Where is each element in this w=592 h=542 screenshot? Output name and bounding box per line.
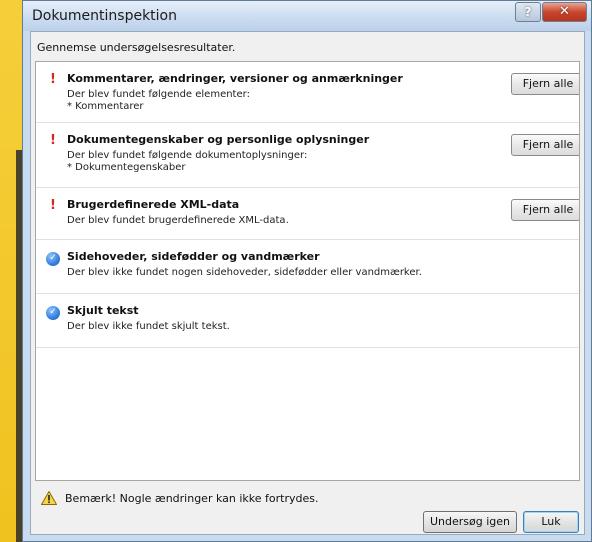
description-line: Der blev fundet følgende elementer:	[67, 89, 250, 100]
exclamation-icon: !	[50, 133, 56, 148]
description-line: * Dokumentegenskaber	[67, 162, 186, 173]
section-description: Der blev fundet brugerdefinerede XML-dat…	[67, 215, 289, 227]
section-description: Der blev ikke fundet nogen sidehoveder, …	[67, 267, 422, 279]
document-inspector-dialog: Dokumentinspektion ? ✕ Gennemse undersøg…	[22, 0, 592, 542]
remove-all-button[interactable]: Fjern alle	[511, 73, 579, 95]
description-line: Der blev fundet følgende dokumentoplysni…	[67, 150, 308, 161]
section-heading: Dokumentegenskaber og personlige oplysni…	[67, 133, 370, 146]
description-line: Der blev ikke fundet skjult tekst.	[67, 321, 230, 332]
result-section-headers-footers: ✓ Sidehoveder, sidefødder og vandmærker …	[36, 240, 579, 294]
remove-all-button[interactable]: Fjern alle	[511, 199, 579, 221]
check-icon: ✓	[46, 306, 60, 320]
result-section-custom-xml: ! Brugerdefinerede XML-data Der blev fun…	[36, 188, 579, 240]
section-heading: Kommentarer, ændringer, versioner og anm…	[67, 72, 403, 85]
result-section-comments: ! Kommentarer, ændringer, versioner og a…	[36, 62, 579, 123]
dialog-client-area: Gennemse undersøgelsesresultater. ! Komm…	[30, 31, 585, 535]
check-icon: ✓	[46, 252, 60, 266]
result-section-hidden-text: ✓ Skjult tekst Der blev ikke fundet skju…	[36, 294, 579, 348]
section-heading: Brugerdefinerede XML-data	[67, 198, 240, 211]
section-heading: Sidehoveder, sidefødder og vandmærker	[67, 250, 320, 263]
description-line: Der blev fundet brugerdefinerede XML-dat…	[67, 215, 289, 226]
section-description: Der blev fundet følgende dokumentoplysni…	[67, 150, 307, 174]
footer-note-text: Bemærk! Nogle ændringer kan ikke fortryd…	[65, 492, 319, 505]
result-section-document-properties: ! Dokumentegenskaber og personlige oplys…	[36, 123, 579, 188]
results-panel: ! Kommentarer, ændringer, versioner og a…	[35, 61, 580, 481]
desktop-background	[0, 0, 22, 542]
exclamation-icon: !	[50, 72, 56, 87]
description-line: Der blev ikke fundet nogen sidehoveder, …	[67, 267, 422, 278]
remove-all-button[interactable]: Fjern alle	[511, 134, 579, 156]
section-heading: Skjult tekst	[67, 304, 139, 317]
exclamation-icon: !	[50, 198, 56, 213]
warning-triangle-icon	[41, 491, 57, 505]
close-window-button[interactable]: ✕	[542, 2, 587, 22]
recheck-button[interactable]: Undersøg igen	[423, 511, 517, 533]
section-description: Der blev ikke fundet skjult tekst.	[67, 321, 230, 333]
section-description: Der blev fundet følgende elementer: * Ko…	[67, 89, 250, 113]
window-title: Dokumentinspektion	[32, 8, 177, 24]
description-line: * Kommentarer	[67, 101, 144, 112]
dialog-subtitle: Gennemse undersøgelsesresultater.	[37, 41, 236, 54]
title-bar[interactable]: Dokumentinspektion ? ✕	[23, 1, 591, 31]
help-button[interactable]: ?	[515, 2, 541, 22]
close-button[interactable]: Luk	[523, 511, 579, 533]
